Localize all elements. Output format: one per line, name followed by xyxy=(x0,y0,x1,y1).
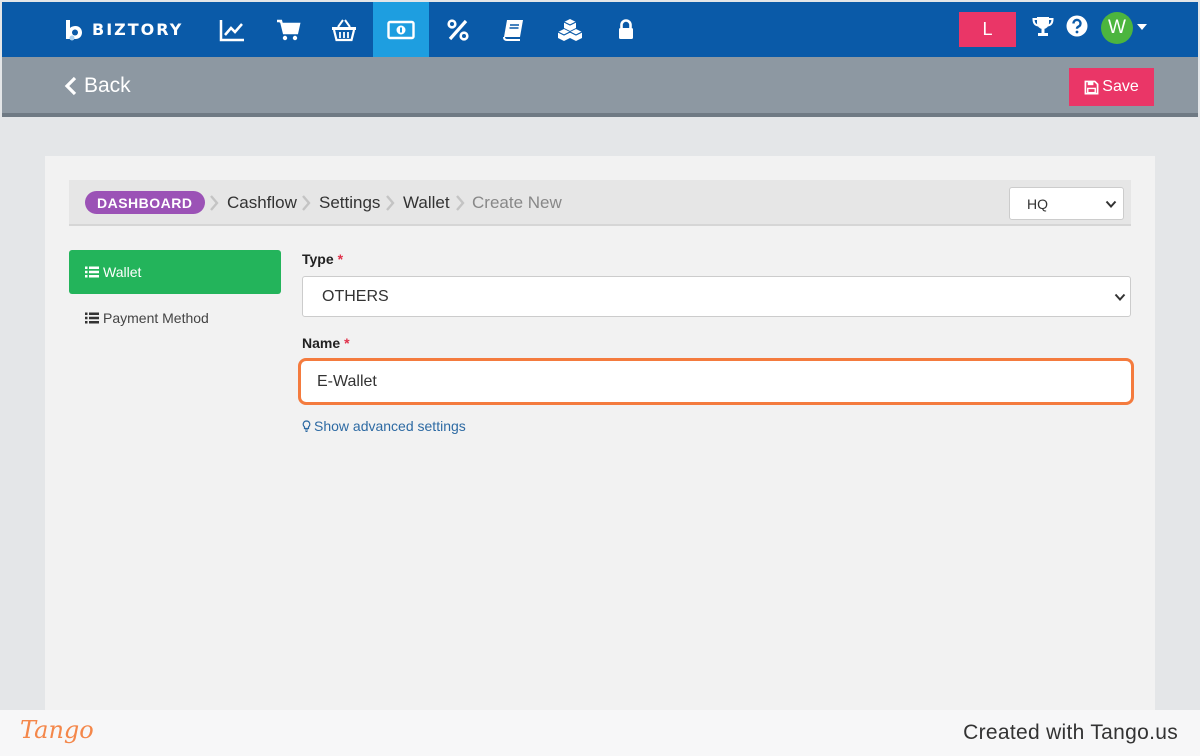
action-toolbar: Back Save xyxy=(2,57,1198,117)
nav-lock-button[interactable] xyxy=(598,2,654,57)
breadcrumb-cashflow[interactable]: Cashflow xyxy=(227,191,297,215)
chevron-left-icon xyxy=(64,76,77,96)
back-label: Back xyxy=(84,74,131,97)
chevron-down-icon[interactable] xyxy=(1137,24,1147,30)
top-navbar: BIZTORY L W xyxy=(2,2,1198,57)
question-circle-icon xyxy=(1066,15,1088,37)
brand-name: BIZTORY xyxy=(92,19,184,39)
breadcrumb-chevron-icon xyxy=(302,195,311,211)
list-icon xyxy=(85,266,99,278)
nav-accounting-button[interactable] xyxy=(486,2,542,57)
trophy-icon xyxy=(1032,17,1054,36)
achievements-button[interactable] xyxy=(1031,14,1055,40)
breadcrumb: DASHBOARD Cashflow Settings Wallet Creat… xyxy=(69,180,1131,226)
breadcrumb-current: Create New xyxy=(472,193,562,212)
list-icon xyxy=(85,312,99,324)
breadcrumb-settings[interactable]: Settings xyxy=(319,191,380,215)
breadcrumb-chevron-icon xyxy=(456,195,465,211)
money-icon xyxy=(387,20,415,39)
name-label-text: Name xyxy=(302,335,341,351)
nav-inventory-button[interactable] xyxy=(542,2,598,57)
brand-logo[interactable]: BIZTORY xyxy=(62,16,183,42)
location-badge[interactable]: L xyxy=(959,12,1016,47)
basket-icon xyxy=(332,18,356,41)
chart-line-icon xyxy=(219,19,244,41)
type-select[interactable]: OTHERS xyxy=(302,276,1131,317)
book-icon xyxy=(503,19,523,41)
required-marker: * xyxy=(337,251,344,267)
nav-sales-button[interactable] xyxy=(260,2,316,57)
nav-cashflow-button[interactable] xyxy=(373,2,429,57)
chevron-down-icon xyxy=(1114,293,1126,301)
cart-icon xyxy=(277,19,301,40)
wallet-form-card: DASHBOARD Cashflow Settings Wallet Creat… xyxy=(45,156,1155,716)
lock-icon xyxy=(619,18,633,39)
tango-footer: Tango Created with Tango.us xyxy=(0,710,1200,756)
breadcrumb-chevron-icon xyxy=(210,195,219,211)
type-label: Type * xyxy=(302,251,343,267)
breadcrumb-wallet[interactable]: Wallet xyxy=(403,191,450,215)
percent-icon xyxy=(447,18,469,41)
sidebar-item-payment-method[interactable]: Payment Method xyxy=(69,304,281,332)
branch-select-value: HQ xyxy=(1027,195,1048,212)
required-marker: * xyxy=(344,335,350,351)
type-label-text: Type xyxy=(302,251,334,267)
advanced-link-label: Show advanced settings xyxy=(314,418,466,434)
user-avatar[interactable]: W xyxy=(1101,12,1133,44)
back-button[interactable]: Back xyxy=(64,71,131,101)
tango-logo: Tango xyxy=(20,716,94,744)
name-input[interactable] xyxy=(298,358,1134,405)
sidebar-item-label: Wallet xyxy=(103,264,142,280)
breadcrumb-dashboard[interactable]: DASHBOARD xyxy=(85,191,205,214)
type-select-value: OTHERS xyxy=(322,287,389,305)
save-button[interactable]: Save xyxy=(1069,68,1154,106)
created-with-text: Created with Tango.us xyxy=(963,721,1178,744)
name-label: Name * xyxy=(302,335,350,351)
branch-select[interactable]: HQ xyxy=(1009,187,1124,220)
sidebar-item-label: Payment Method xyxy=(103,310,209,326)
nav-reports-button[interactable] xyxy=(204,2,260,57)
floppy-disk-icon xyxy=(1084,80,1099,94)
show-advanced-settings-link[interactable]: Show advanced settings xyxy=(302,418,466,434)
cubes-icon xyxy=(557,18,583,41)
chevron-down-icon xyxy=(1105,200,1117,208)
sidebar-item-wallet[interactable]: Wallet xyxy=(69,250,281,294)
lightbulb-icon xyxy=(302,420,311,432)
breadcrumb-chevron-icon xyxy=(386,195,395,211)
help-button[interactable] xyxy=(1065,14,1089,40)
nav-purchase-button[interactable] xyxy=(316,2,372,57)
brand-mark-icon xyxy=(66,20,82,41)
save-label: Save xyxy=(1102,78,1139,95)
nav-promotion-button[interactable] xyxy=(430,2,486,57)
